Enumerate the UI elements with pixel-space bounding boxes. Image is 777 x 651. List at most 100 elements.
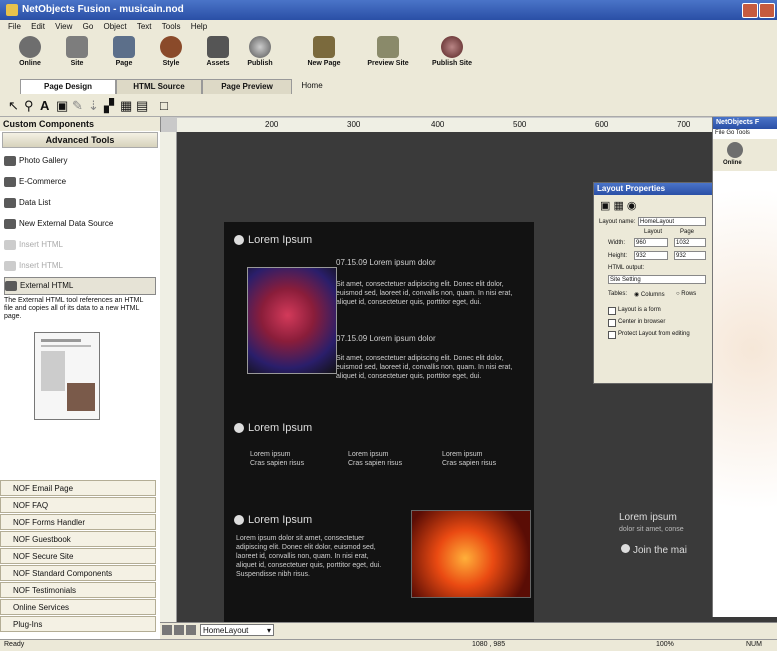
menu-tools[interactable]: Tools <box>162 22 181 31</box>
close-button[interactable] <box>759 3 775 18</box>
online-button[interactable]: Online <box>8 36 52 67</box>
component-nof-secure-site[interactable]: NOF Secure Site <box>0 548 156 564</box>
assets-button[interactable]: Assets <box>196 36 240 67</box>
text-tool-icon[interactable]: A <box>40 98 49 113</box>
fire-photo[interactable] <box>411 510 531 598</box>
master-border-icon[interactable] <box>174 625 184 635</box>
component-nof-guestbook[interactable]: NOF Guestbook <box>0 531 156 547</box>
col-3[interactable]: Lorem ipsum Cras sapien risus <box>442 450 512 468</box>
component-plug-ins[interactable]: Plug-Ins <box>0 616 156 632</box>
rectangle-tool-icon[interactable]: □ <box>160 98 168 113</box>
new-page-button[interactable]: New Page <box>302 36 346 67</box>
tool-insert-html-2[interactable]: Insert HTML <box>4 258 154 274</box>
tool-photo-gallery[interactable]: Photo Gallery <box>4 153 154 169</box>
style-button[interactable]: Style <box>149 36 193 67</box>
insert-html-icon <box>4 260 16 271</box>
menu-edit[interactable]: Edit <box>31 22 45 31</box>
tool-data-list[interactable]: Data List <box>4 195 154 211</box>
preview-window-toolbar: Online <box>713 139 777 171</box>
block3-text[interactable]: Lorem ipsum dolor sit amet, consectetuer… <box>236 534 386 579</box>
draw-tool-icon[interactable]: ✎ <box>72 98 83 114</box>
tool-e-commerce[interactable]: E-Commerce <box>4 174 154 190</box>
menu-object[interactable]: Object <box>104 22 127 31</box>
tab-page-preview[interactable]: Page Preview <box>202 79 292 94</box>
insert-html-icon <box>4 239 16 250</box>
publish-button[interactable]: Publish <box>238 36 282 67</box>
component-online-services[interactable]: Online Services <box>0 599 156 615</box>
site-button[interactable]: Site <box>55 36 99 67</box>
page-height-input[interactable]: 932 <box>674 251 706 260</box>
post1-date[interactable]: 07.15.09 Lorem ipsum dolor <box>336 258 526 267</box>
layout-region-tool-icon[interactable]: ▤ <box>136 98 148 114</box>
section-heading-2[interactable]: Lorem Ipsum <box>234 422 312 434</box>
preview-site-icon <box>377 36 399 58</box>
layout-icon[interactable] <box>186 625 196 635</box>
picture-tool-icon[interactable]: ▣ <box>56 98 68 114</box>
page-button[interactable]: Page <box>102 36 146 67</box>
layout-height-input[interactable]: 932 <box>634 251 668 260</box>
tab-html-source[interactable]: HTML Source <box>116 79 202 94</box>
menu-text[interactable]: Text <box>137 22 152 31</box>
arrow-circle-icon <box>234 515 244 526</box>
title-bar: NetObjects Fusion - musicain.nod <box>0 0 777 20</box>
publish-site-button[interactable]: Publish Site <box>426 36 478 67</box>
component-nof-standard-components[interactable]: NOF Standard Components <box>0 565 156 581</box>
component-nof-forms-handler[interactable]: NOF Forms Handler <box>0 514 156 530</box>
form-tool-icon[interactable]: ▞ <box>104 98 114 114</box>
tables-columns-radio[interactable]: ◉ Columns <box>634 291 665 298</box>
concert-photo[interactable] <box>247 267 337 374</box>
component-nof-testimonials[interactable]: NOF Testimonials <box>0 582 156 598</box>
side-subtitle[interactable]: dolor sit amet, conse <box>619 526 709 533</box>
page-width-input[interactable]: 1032 <box>674 238 706 247</box>
post2-text[interactable]: Sit amet, consectetuer adipiscing elit. … <box>336 354 526 381</box>
table-tool-icon[interactable]: ▦ <box>120 98 132 114</box>
layout-view-icon[interactable] <box>162 625 172 635</box>
tool-insert-html-1[interactable]: Insert HTML <box>4 237 154 253</box>
join-mailing[interactable]: Join the mai <box>621 544 687 556</box>
post1-text[interactable]: Sit amet, consectetuer adipiscing elit. … <box>336 280 526 307</box>
layout-select[interactable]: HomeLayout ▾ <box>200 624 274 636</box>
component-nof-email-page[interactable]: NOF Email Page <box>0 480 156 496</box>
custom-components-panel: Custom Components Advanced Tools Photo G… <box>0 117 161 639</box>
tool-preview-image <box>34 332 100 420</box>
minimize-button[interactable] <box>742 3 758 18</box>
assets-icon <box>207 36 229 58</box>
data-source-icon <box>4 218 16 229</box>
chevron-down-icon: ▾ <box>266 626 271 635</box>
post2-date[interactable]: 07.15.09 Lorem ipsum dolor <box>336 334 526 343</box>
protect-layout-checkbox[interactable] <box>608 331 616 339</box>
menu-go[interactable]: Go <box>83 22 94 31</box>
side-title[interactable]: Lorem ipsum <box>619 512 709 523</box>
online-icon[interactable] <box>727 142 743 158</box>
section-heading-3[interactable]: Lorem Ipsum <box>234 514 312 526</box>
data-list-icon <box>4 197 16 208</box>
layout-name-input[interactable]: HomeLayout <box>638 217 706 226</box>
menu-help[interactable]: Help <box>191 22 207 31</box>
col-1[interactable]: Lorem ipsum Cras sapien risus <box>250 450 320 468</box>
menu-bar: File Edit View Go Object Text Tools Help <box>0 20 777 35</box>
menu-file[interactable]: File <box>8 22 21 31</box>
center-browser-checkbox[interactable] <box>608 319 616 327</box>
component-nof-faq[interactable]: NOF FAQ <box>0 497 156 513</box>
preview-site-button[interactable]: Preview Site <box>362 36 414 67</box>
zoom-tool-icon[interactable]: ⚲ <box>24 98 34 114</box>
style-icon <box>160 36 182 58</box>
col-2[interactable]: Lorem ipsum Cras sapien risus <box>348 450 418 468</box>
tables-rows-radio[interactable]: ○ Rows <box>676 291 696 297</box>
tool-external-html[interactable]: External HTML <box>4 277 156 295</box>
preview-window-menu[interactable]: File Go Tools <box>715 130 750 136</box>
advanced-tools-header[interactable]: Advanced Tools <box>2 132 158 148</box>
section-heading-1[interactable]: Lorem Ipsum <box>234 234 312 246</box>
layout-width-input[interactable]: 960 <box>634 238 668 247</box>
horizontal-ruler: 200 300 400 500 600 700 <box>177 118 777 133</box>
breadcrumb-home[interactable]: Home <box>292 79 332 93</box>
pointer-tool-icon[interactable]: ↖ <box>8 98 19 114</box>
html-output-select[interactable]: Site Setting <box>608 275 706 284</box>
tool-new-external-data-source[interactable]: New External Data Source <box>4 216 154 232</box>
link-tool-icon[interactable]: ⇣ <box>88 98 99 114</box>
properties-tab-icons[interactable]: ▣ ▦ ◉ <box>600 199 637 212</box>
menu-view[interactable]: View <box>55 22 72 31</box>
tab-page-design[interactable]: Page Design <box>20 79 116 94</box>
layout-form-checkbox[interactable] <box>608 307 616 315</box>
design-toolbar: ↖ ⚲ A ▣ ✎ ⇣ ▞ ▦ ▤ □ <box>0 96 777 117</box>
